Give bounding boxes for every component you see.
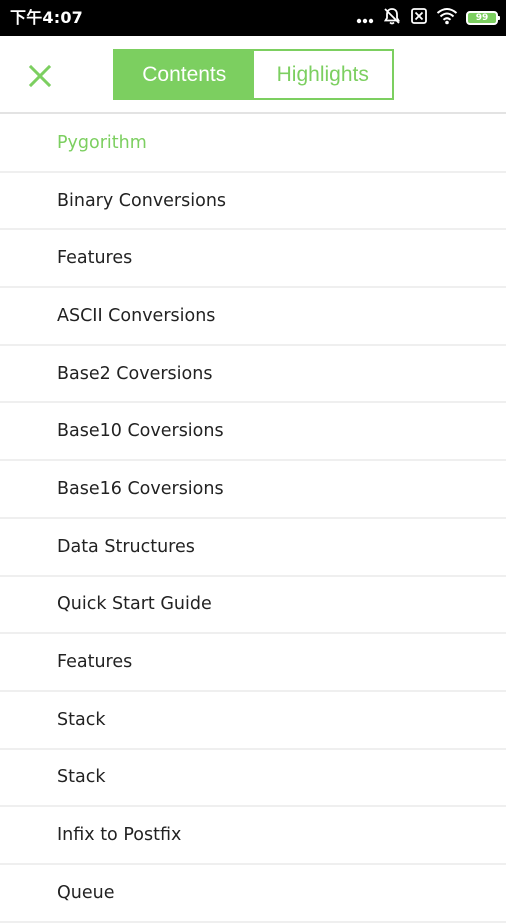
toc-item[interactable]: ASCII Conversions — [0, 288, 506, 346]
toc-item[interactable]: Queue — [0, 865, 506, 923]
tab-contents[interactable]: Contents — [115, 51, 254, 98]
close-button[interactable] — [26, 62, 54, 90]
toc-item[interactable]: Stack — [0, 692, 506, 750]
mute-icon — [382, 6, 402, 30]
toc-item[interactable]: Features — [0, 634, 506, 692]
battery-level: 99 — [475, 13, 489, 23]
more-dots-icon — [356, 9, 374, 28]
status-icons: 99 — [356, 6, 500, 30]
sim-icon — [410, 7, 428, 29]
toc-item[interactable]: Base2 Coversions — [0, 346, 506, 404]
tab-switcher: Contents Highlights — [113, 49, 394, 100]
battery-icon: 99 — [466, 11, 500, 25]
toc-item[interactable]: Base16 Coversions — [0, 461, 506, 519]
toc-item[interactable]: Binary Conversions — [0, 173, 506, 231]
status-bar: 下午4:07 99 — [0, 0, 506, 36]
toc-item[interactable]: Stack — [0, 750, 506, 808]
toc-item[interactable]: Data Structures — [0, 519, 506, 577]
tab-highlights[interactable]: Highlights — [253, 51, 392, 98]
toc-item[interactable]: Features — [0, 230, 506, 289]
toc-list: Pygorithm Binary Conversions Features AS… — [0, 115, 506, 923]
toc-item[interactable]: Base10 Coversions — [0, 403, 506, 462]
status-time: 下午4:07 — [10, 8, 83, 27]
reader-toc-header: Contents Highlights — [0, 36, 506, 114]
close-icon — [28, 64, 52, 88]
toc-item[interactable]: Quick Start Guide — [0, 577, 506, 635]
wifi-icon — [436, 7, 458, 29]
toc-item[interactable]: Infix to Postfix — [0, 807, 506, 865]
toc-item[interactable]: Pygorithm — [0, 115, 506, 173]
